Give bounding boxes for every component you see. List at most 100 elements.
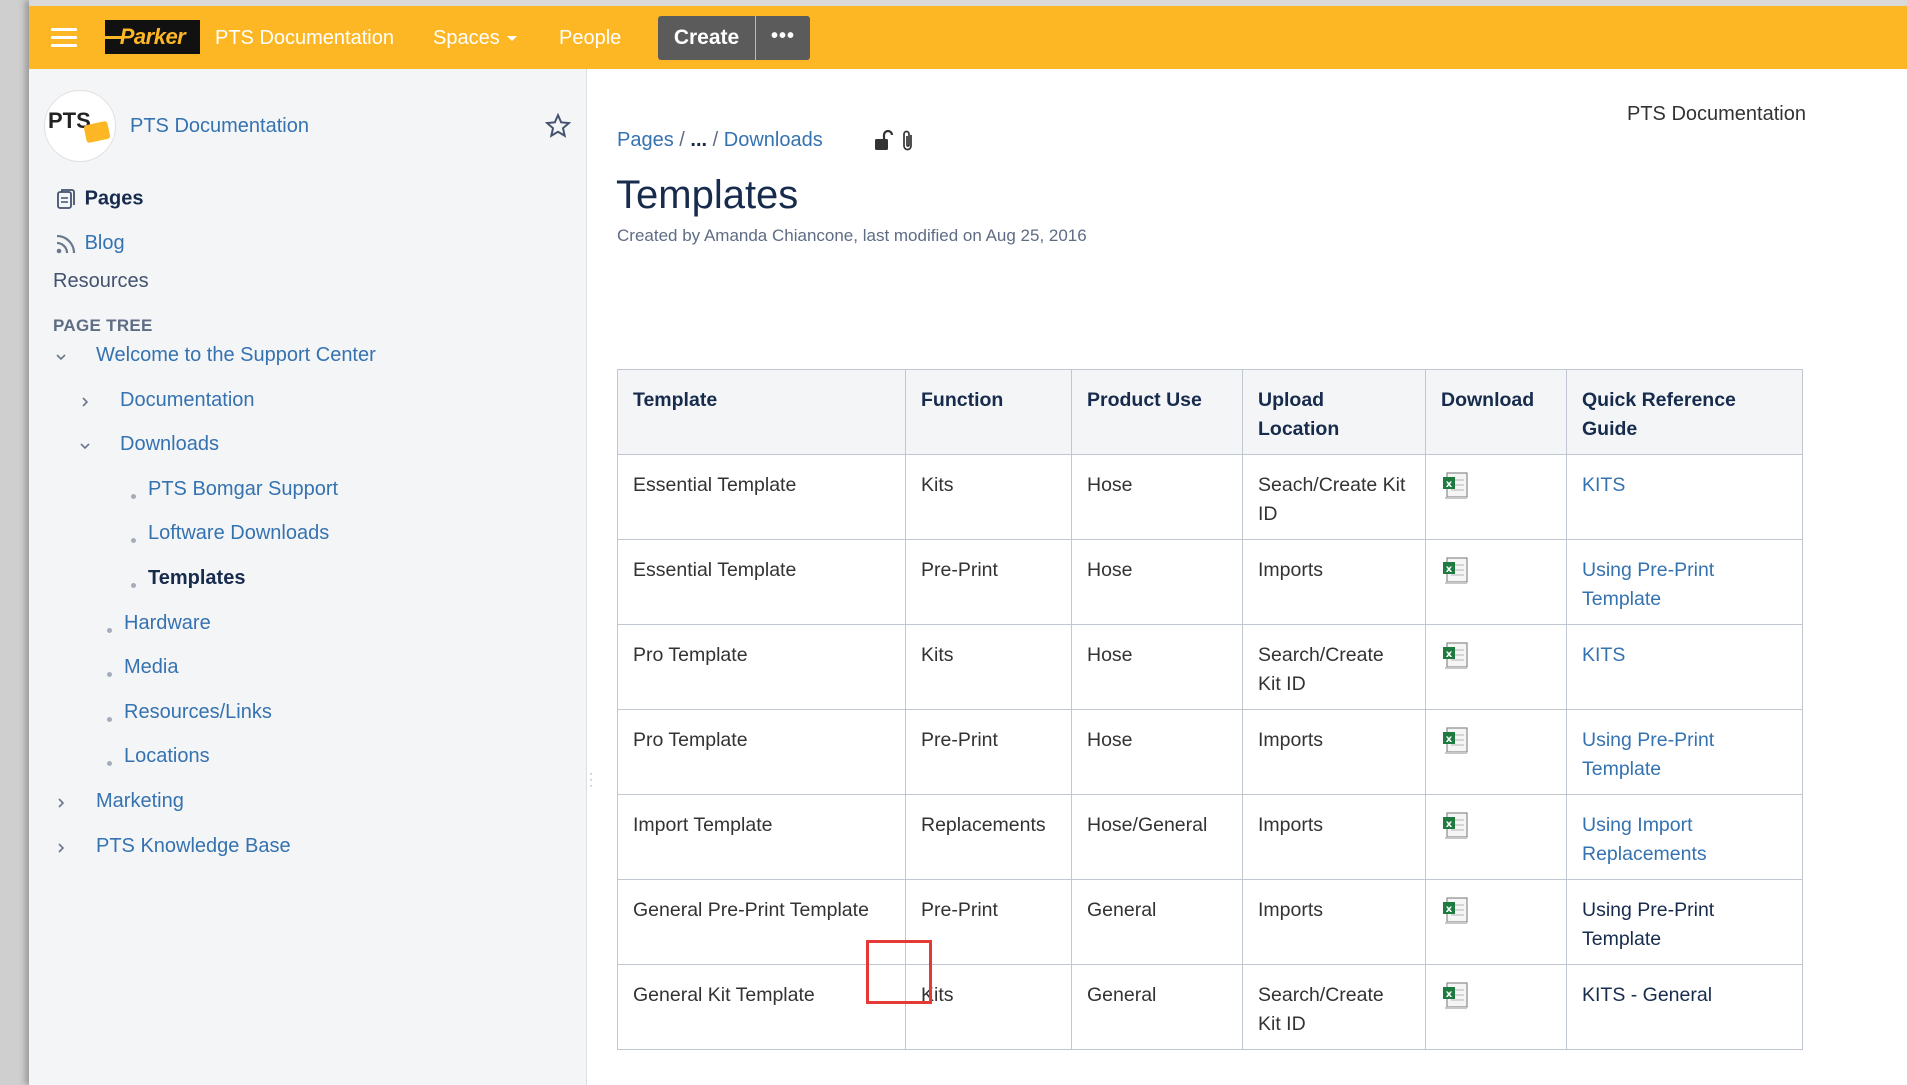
- guide-cell: KITS - General: [1566, 964, 1803, 1050]
- excel-file-icon[interactable]: x: [1441, 896, 1471, 926]
- template-cell: Import Template: [617, 794, 906, 880]
- create-button[interactable]: Create: [658, 16, 755, 60]
- tree-item[interactable]: Welcome to the Support Center: [96, 344, 376, 367]
- star-icon[interactable]: [545, 113, 571, 139]
- column-header: Product Use: [1071, 369, 1243, 455]
- product-use-cell: General: [1071, 964, 1243, 1050]
- chevron-right-icon[interactable]: [54, 797, 68, 817]
- upload-location-cell: Imports: [1242, 539, 1426, 625]
- svg-text:x: x: [1446, 479, 1453, 490]
- chevron-down-icon[interactable]: [78, 440, 92, 460]
- column-header: Upload Location: [1242, 369, 1426, 455]
- spaces-label: Spaces: [433, 27, 500, 49]
- download-cell: x: [1425, 624, 1567, 710]
- main-content: PTS Documentation Pages / ... / Download…: [587, 69, 1907, 1085]
- breadcrumb-separator: /: [712, 129, 719, 151]
- app-title-link[interactable]: PTS Documentation: [215, 27, 394, 50]
- breadcrumb-ellipsis[interactable]: ...: [690, 129, 707, 151]
- people-link[interactable]: People: [559, 27, 621, 50]
- table-header-row: Template Function Product Use Upload Loc…: [617, 369, 1803, 455]
- svg-text:x: x: [1446, 904, 1453, 915]
- excel-file-icon[interactable]: x: [1441, 556, 1471, 586]
- tree-item[interactable]: Loftware Downloads: [148, 522, 329, 545]
- breadcrumb-downloads[interactable]: Downloads: [724, 129, 823, 151]
- sidebar-item-blog[interactable]: Blog: [53, 232, 125, 255]
- tree-item[interactable]: Documentation: [120, 389, 255, 412]
- template-cell: Pro Template: [617, 709, 906, 795]
- guide-link[interactable]: Using Pre-Print Template: [1582, 559, 1714, 610]
- bullet-icon: [107, 627, 112, 633]
- attachment-icon[interactable]: [900, 129, 916, 153]
- table-row: Pro Template Pre-Print Hose Imports x Using P…: [617, 709, 1803, 795]
- breadcrumb-separator: /: [679, 129, 685, 151]
- download-cell: x: [1425, 879, 1567, 965]
- upload-location-cell: Imports: [1242, 794, 1426, 880]
- sidebar-item-pages[interactable]: Pages: [53, 187, 144, 211]
- chevron-down-icon[interactable]: [54, 351, 68, 371]
- tree-item[interactable]: Templates: [148, 567, 245, 590]
- rss-icon: [56, 234, 76, 254]
- more-options-button[interactable]: •••: [756, 16, 810, 60]
- breadcrumb-pages[interactable]: Pages: [617, 129, 674, 151]
- table-row: Essential Template Pre-Print Hose Imports x U…: [617, 539, 1803, 625]
- guide-link[interactable]: KITS: [1582, 474, 1625, 496]
- tree-item[interactable]: Resources/Links: [124, 701, 272, 724]
- download-cell: x: [1425, 964, 1567, 1050]
- excel-file-icon[interactable]: x: [1441, 471, 1471, 501]
- upload-location-cell: Imports: [1242, 709, 1426, 795]
- template-cell: Essential Template: [617, 454, 906, 540]
- excel-file-icon[interactable]: x: [1441, 811, 1471, 841]
- template-cell: General Kit Template: [617, 964, 906, 1050]
- guide-link[interactable]: Using Pre-Print Template: [1582, 729, 1714, 780]
- function-cell: Replacements: [905, 794, 1072, 880]
- templates-table: Template Function Product Use Upload Loc…: [617, 369, 1803, 1050]
- bullet-icon: [107, 672, 112, 678]
- parker-logo[interactable]: Parker: [105, 20, 200, 54]
- column-header: Template: [617, 369, 906, 455]
- guide-cell: KITS: [1566, 624, 1803, 710]
- space-avatar[interactable]: PTS: [44, 90, 116, 162]
- pro-badge-icon: [83, 120, 111, 144]
- guide-link[interactable]: KITS: [1582, 644, 1625, 666]
- guide-cell: Using Pre-Print Template: [1566, 539, 1803, 625]
- tree-item[interactable]: Locations: [124, 745, 210, 768]
- tree-item[interactable]: PTS Knowledge Base: [96, 835, 291, 858]
- tree-item[interactable]: Media: [124, 656, 178, 679]
- template-cell: Pro Template: [617, 624, 906, 710]
- column-header: Download: [1425, 369, 1567, 455]
- spaces-menu[interactable]: Spaces: [433, 27, 517, 50]
- tree-item[interactable]: Hardware: [124, 612, 211, 635]
- template-cell: General Pre-Print Template: [617, 879, 906, 965]
- sidebar: PTS PTS Documentation Pages Blog Resourc…: [29, 69, 587, 1085]
- tree-item[interactable]: PTS Bomgar Support: [148, 478, 338, 501]
- product-use-cell: Hose: [1071, 539, 1243, 625]
- chevron-right-icon[interactable]: [78, 396, 92, 416]
- excel-file-icon[interactable]: x: [1441, 981, 1471, 1011]
- table-row: General Pre-Print Template Pre-Print Gener…: [617, 879, 1803, 965]
- bullet-icon: [131, 538, 136, 544]
- function-cell: Pre-Print: [905, 539, 1072, 625]
- menu-icon[interactable]: [51, 28, 77, 48]
- breadcrumb: Pages / ... / Downloads: [617, 129, 823, 152]
- page-title: Templates: [616, 173, 799, 217]
- guide-link[interactable]: Using Import Replacements: [1582, 814, 1707, 865]
- pages-label: Pages: [84, 187, 144, 210]
- product-use-cell: Hose: [1071, 624, 1243, 710]
- tree-item[interactable]: Marketing: [96, 790, 184, 813]
- guide-text: KITS - General: [1582, 984, 1713, 1006]
- blog-label: Blog: [84, 232, 125, 254]
- app-window: Parker PTS Documentation Spaces People C…: [29, 0, 1907, 1085]
- download-cell: x: [1425, 709, 1567, 795]
- table-row: General Kit Template Kits General Search/Cr…: [617, 964, 1803, 1050]
- page-byline: Created by Amanda Chiancone, last modifi…: [617, 226, 1087, 245]
- excel-file-icon[interactable]: x: [1441, 726, 1471, 756]
- tree-item[interactable]: Downloads: [120, 433, 219, 456]
- space-name-link[interactable]: PTS Documentation: [130, 115, 309, 138]
- chevron-right-icon[interactable]: [54, 842, 68, 862]
- table-row: Essential Template Kits Hose Seach/Create K…: [617, 454, 1803, 540]
- caret-down-icon: [506, 36, 517, 42]
- excel-file-icon[interactable]: x: [1441, 641, 1471, 671]
- unlock-icon[interactable]: [874, 129, 894, 153]
- product-use-cell: Hose/General: [1071, 794, 1243, 880]
- guide-cell: Using Pre-Print Template: [1566, 879, 1803, 965]
